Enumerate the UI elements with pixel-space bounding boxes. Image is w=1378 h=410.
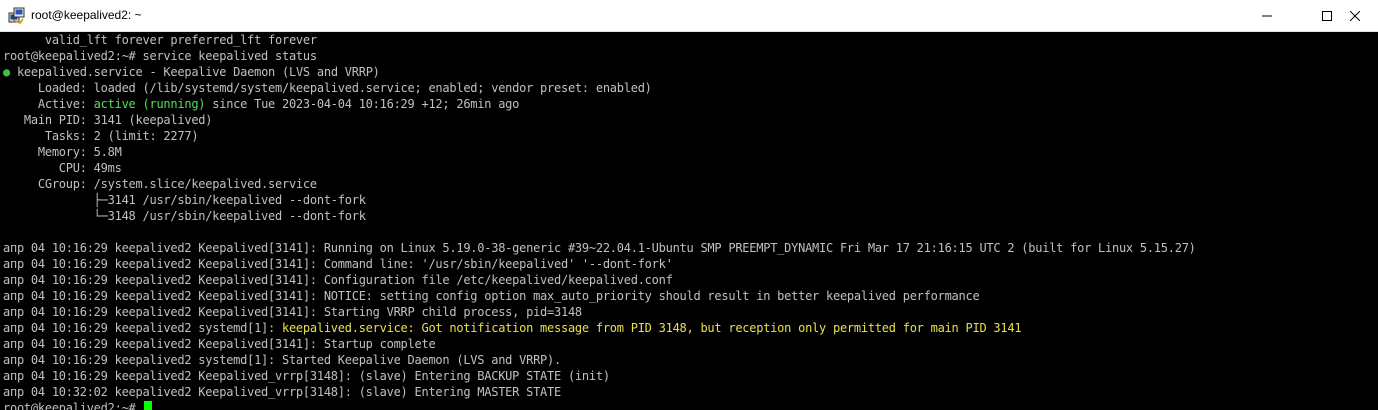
log-line: апр 04 10:16:29 keepalived2 Keepalived[3… bbox=[3, 305, 582, 319]
window-title: root@keepalived2: ~ bbox=[31, 8, 142, 22]
log-line: апр 04 10:16:29 keepalived2 Keepalived[3… bbox=[3, 257, 673, 271]
terminal-line: root@keepalived2:~# service keepalived s… bbox=[3, 49, 317, 63]
terminal-line: Tasks: 2 (limit: 2277) bbox=[3, 129, 199, 143]
terminal-line: CGroup: /system.slice/keepalived.service bbox=[3, 177, 317, 191]
terminal-output[interactable]: valid_lft forever preferred_lft forever … bbox=[0, 32, 1378, 410]
maximize-icon bbox=[1322, 10, 1332, 21]
terminal-line: Active: active (running) since Tue 2023-… bbox=[3, 96, 520, 112]
log-line: апр 04 10:16:29 keepalived2 Keepalived[3… bbox=[3, 289, 980, 303]
active-status: active (running) bbox=[93, 97, 206, 111]
putty-icon[interactable] bbox=[8, 7, 26, 25]
log-line: апр 04 10:16:29 keepalived2 Keepalived[3… bbox=[3, 337, 436, 351]
terminal-line: Loaded: loaded (/lib/systemd/system/keep… bbox=[3, 81, 652, 95]
terminal-line: ├─3141 /usr/sbin/keepalived --dont-fork bbox=[3, 193, 366, 207]
close-button[interactable] bbox=[1332, 0, 1378, 31]
title-bar[interactable]: root@keepalived2: ~ bbox=[0, 0, 1378, 32]
close-icon bbox=[1350, 10, 1360, 21]
terminal-line: ● keepalived.service - Keepalive Daemon … bbox=[3, 64, 380, 80]
text-cursor bbox=[143, 401, 152, 410]
log-line: апр 04 10:32:02 keepalived2 Keepalived_v… bbox=[3, 385, 561, 399]
minimize-button[interactable] bbox=[1244, 0, 1290, 31]
minimize-icon bbox=[1262, 15, 1272, 16]
active-since: since Tue 2023-04-04 10:16:29 +12; 26min… bbox=[205, 97, 520, 111]
service-name: keepalived.service - Keepalive Daemon (L… bbox=[9, 65, 380, 79]
log-line: апр 04 10:16:29 keepalived2 systemd[1]: … bbox=[3, 353, 561, 367]
log-line: апр 04 10:16:29 keepalived2 Keepalived_v… bbox=[3, 369, 610, 383]
shell-prompt[interactable]: root@keepalived2:~# bbox=[3, 400, 152, 410]
log-line: апр 04 10:16:29 keepalived2 Keepalived[3… bbox=[3, 273, 673, 287]
terminal-line: Memory: 5.8M bbox=[3, 145, 122, 159]
prompt-text: root@keepalived2:~# bbox=[3, 401, 143, 410]
terminal-line: valid_lft forever preferred_lft forever bbox=[3, 33, 317, 47]
terminal-line: CPU: 49ms bbox=[3, 161, 122, 175]
terminal-line: └─3148 /usr/sbin/keepalived --dont-fork bbox=[3, 209, 366, 223]
log-line: апр 04 10:16:29 keepalived2 systemd[1]: … bbox=[3, 320, 1022, 336]
status-dot-icon: ● bbox=[3, 65, 10, 79]
log-warning: keepalived.service: Got notification mes… bbox=[281, 321, 1022, 335]
log-line: апр 04 10:16:29 keepalived2 Keepalived[3… bbox=[3, 241, 1196, 255]
active-label: Active: bbox=[3, 97, 94, 111]
log-prefix: апр 04 10:16:29 keepalived2 systemd[1]: bbox=[3, 321, 282, 335]
terminal-line: Main PID: 3141 (keepalived) bbox=[3, 113, 213, 127]
